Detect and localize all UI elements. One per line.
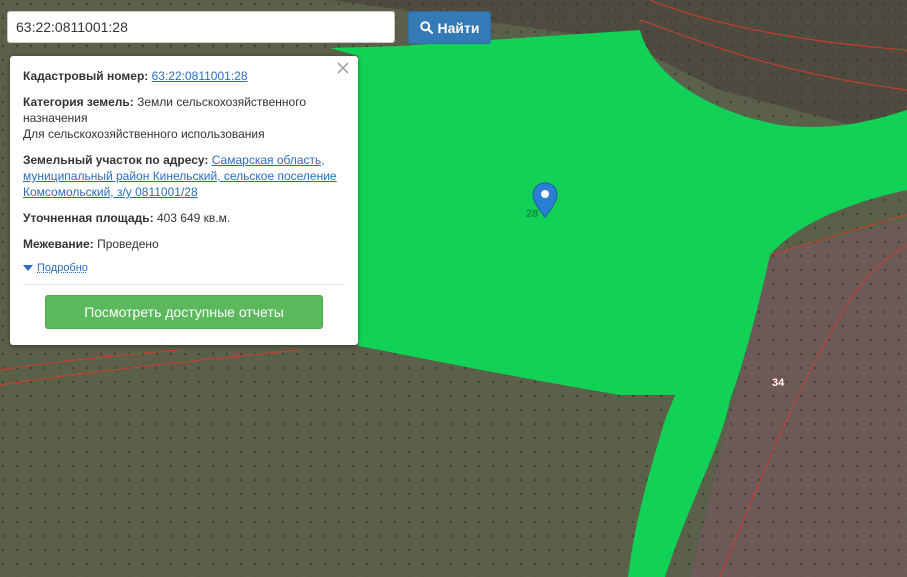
search-button-label: Найти xyxy=(437,19,480,36)
address-label: Земельный участок по адресу: xyxy=(23,153,209,167)
divider xyxy=(23,284,345,285)
parcel-label-28: 28 xyxy=(526,208,539,220)
caret-down-icon xyxy=(23,264,33,271)
parcel-info-popup: Кадастровый номер: 63:22:0811001:28 Кате… xyxy=(10,56,358,345)
details-link[interactable]: Подробно xyxy=(37,262,88,274)
cadastral-label: Кадастровый номер: xyxy=(23,69,149,83)
category-label: Категория земель: xyxy=(23,95,134,109)
survey-row: Межевание: Проведено xyxy=(23,236,345,252)
parcel-label-34: 34 xyxy=(772,377,785,389)
category-row: Категория земель: Земли сельскохозяйстве… xyxy=(23,94,345,142)
survey-label: Межевание: xyxy=(23,237,94,251)
address-row: Земельный участок по адресу: Самарская о… xyxy=(23,152,345,200)
usage-value: Для сельскохозяйственного использования xyxy=(23,127,265,141)
close-icon[interactable] xyxy=(336,61,350,75)
search-icon xyxy=(419,21,433,34)
survey-value: Проведено xyxy=(97,237,159,251)
view-reports-button[interactable]: Посмотреть доступные отчеты xyxy=(45,295,323,329)
details-toggle[interactable]: Подробно xyxy=(23,262,345,274)
search-input[interactable] xyxy=(7,11,395,43)
cadastral-link[interactable]: 63:22:0811001:28 xyxy=(152,69,248,83)
area-label: Уточненная площадь: xyxy=(23,211,154,225)
area-row: Уточненная площадь: 403 649 кв.м. xyxy=(23,210,345,226)
search-button[interactable]: Найти xyxy=(408,11,491,44)
cadastral-row: Кадастровый номер: 63:22:0811001:28 xyxy=(23,68,345,84)
area-value: 403 649 кв.м. xyxy=(156,211,231,225)
